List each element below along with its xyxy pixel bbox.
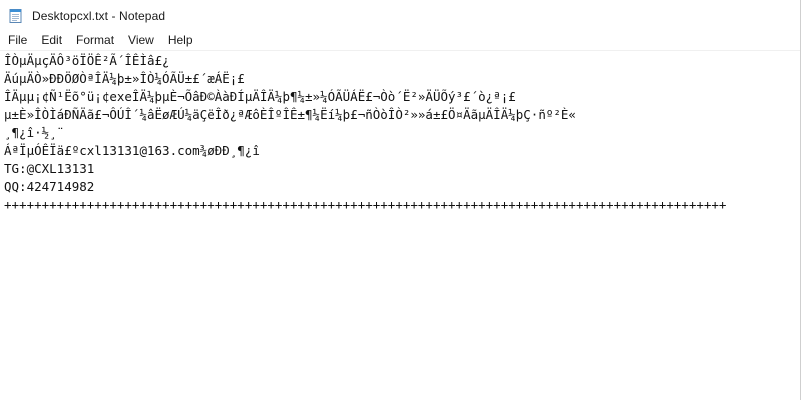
text-line: µ±È»ÎÒÌáÐÑÄã£¬ÔÚÎ´¼âËøÆÚ¼äÇëÎð¿ªÆôÈÎºÎÊ±…	[4, 107, 576, 122]
text-line: ÎÄµµ¡¢Ñ¹Ëõ°ü¡¢exeÎÄ¼þµÈ¬ÕâÐ©ÀàÐÍµÄÎÄ¼þ¶¼…	[4, 89, 516, 104]
text-line: ¸¶¿î·½¸¨	[4, 125, 65, 140]
text-line: ÄúµÄÒ»ÐÐÖØÒªÎÄ¼þ±»ÎÒ¼ÓÃÜ±£´æÁË¡£	[4, 71, 245, 86]
title-bar[interactable]: Desktopcxl.txt - Notepad	[0, 0, 800, 31]
menu-edit[interactable]: Edit	[34, 31, 69, 50]
menu-file[interactable]: File	[1, 31, 34, 50]
menu-format[interactable]: Format	[69, 31, 121, 50]
notepad-window: Desktopcxl.txt - Notepad File Edit Forma…	[0, 0, 801, 400]
menu-view[interactable]: View	[121, 31, 161, 50]
text-line: TG:@CXL13131	[4, 161, 95, 176]
window-title: Desktopcxl.txt - Notepad	[32, 8, 166, 23]
notepad-icon	[8, 8, 24, 24]
text-editor[interactable]: ÎÒµÄµçÄÔ³öÏÖÊ²Ã´ÎÊÌâ£¿ ÄúµÄÒ»ÐÐÖØÒªÎÄ¼þ±…	[0, 51, 800, 400]
menu-help[interactable]: Help	[161, 31, 200, 50]
text-line: ++++++++++++++++++++++++++++++++++++++++…	[4, 197, 727, 212]
text-line: ÁªÏµÓÊÏä£ºcxl13131@163.com¾øÐÐ¸¶¿î	[4, 143, 260, 158]
text-line: QQ:424714982	[4, 179, 95, 194]
menu-bar: File Edit Format View Help	[0, 31, 800, 51]
text-line: ÎÒµÄµçÄÔ³öÏÖÊ²Ã´ÎÊÌâ£¿	[4, 53, 170, 68]
